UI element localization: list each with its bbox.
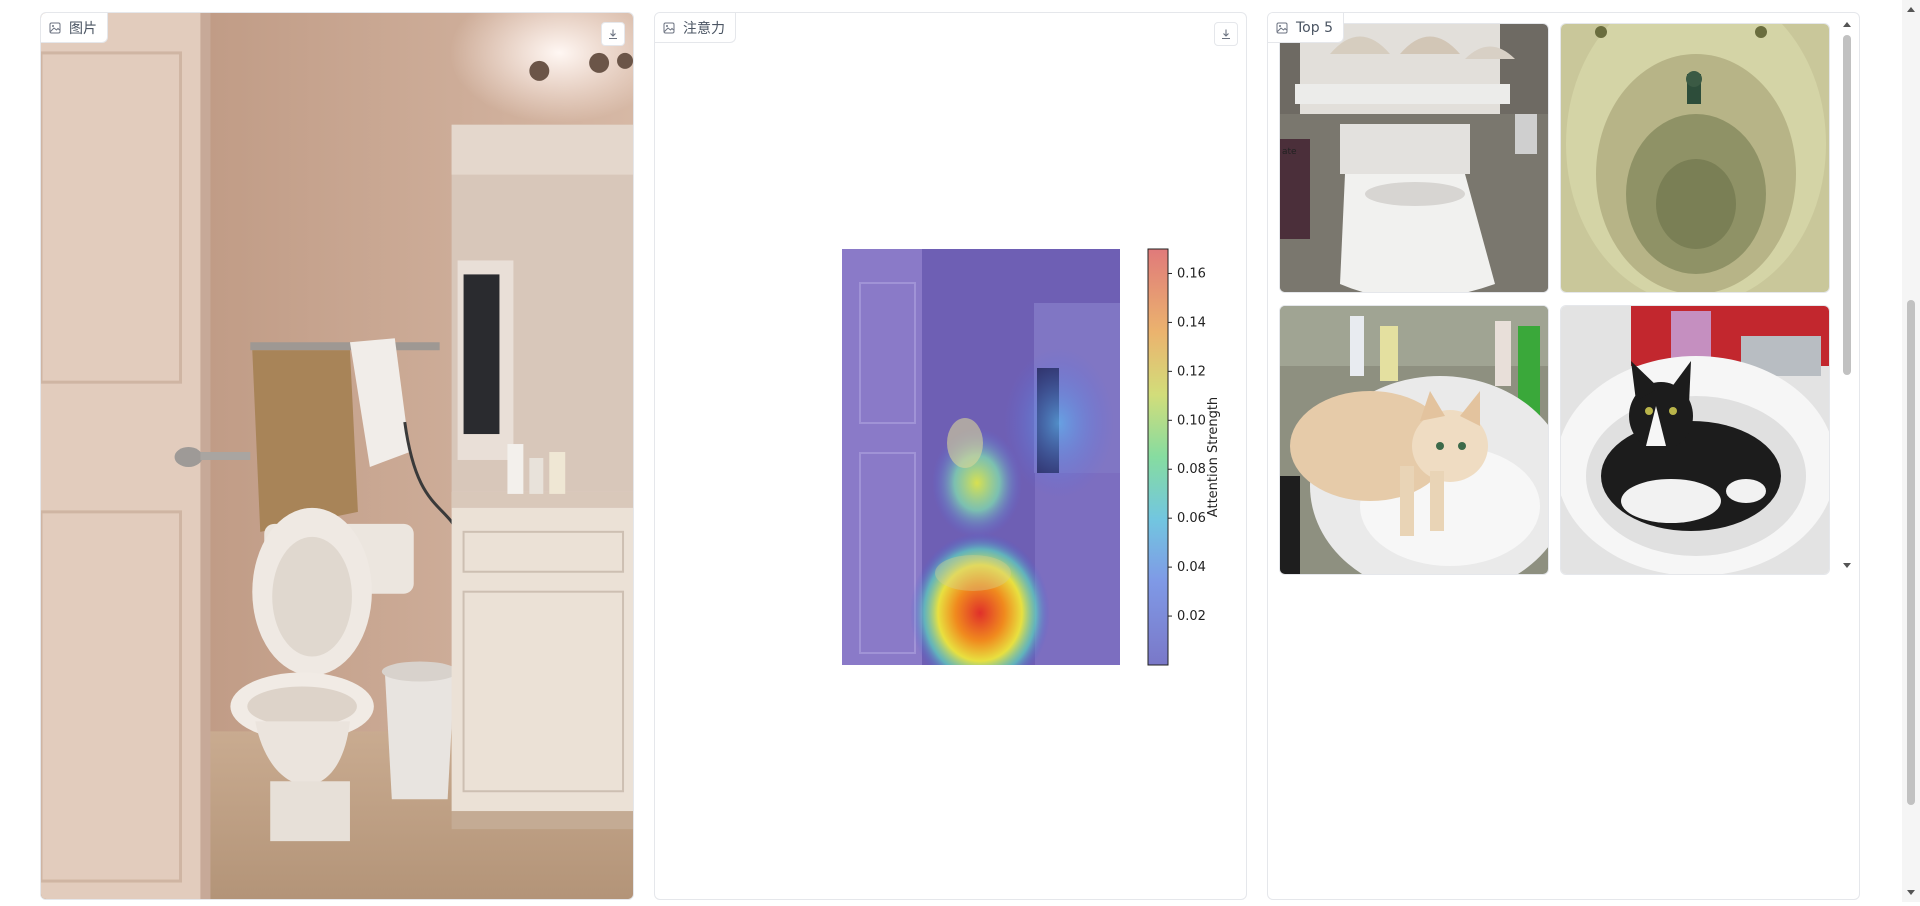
colorbar-label: Attention Strength [1206, 397, 1221, 517]
image-panel-label: 图片 [41, 13, 108, 43]
green-toilet-thumbnail [1561, 24, 1829, 292]
bathroom-photo [41, 13, 633, 899]
toilet-shells-thumbnail: ate [1280, 24, 1548, 292]
gallery-item-2[interactable] [1560, 23, 1830, 293]
colorbar-tick-label: 0.16 [1177, 266, 1206, 281]
gallery-item-4[interactable] [1560, 305, 1830, 575]
colorbar-tick-label: 0.08 [1177, 462, 1206, 477]
top5-panel-label: Top 5 [1268, 13, 1344, 43]
colorbar-tick-label: 0.12 [1177, 364, 1206, 379]
gallery-item-3[interactable] [1279, 305, 1549, 575]
colorbar-tick-label: 0.04 [1177, 560, 1206, 575]
colorbar-tick-label: 0.02 [1177, 609, 1206, 624]
top5-panel-title: Top 5 [1296, 19, 1333, 36]
attention-panel-title: 注意力 [683, 20, 725, 37]
page-scroll-down-icon[interactable] [1907, 890, 1915, 895]
colorbar [1147, 248, 1169, 666]
heatmap-image [842, 249, 1120, 665]
image-icon [49, 22, 61, 33]
scroll-down-icon[interactable] [1843, 563, 1851, 568]
image-icon [663, 22, 675, 33]
download-icon [609, 29, 617, 40]
cream-cat-thumbnail [1280, 306, 1548, 574]
download-button[interactable] [601, 22, 625, 46]
scroll-up-icon[interactable] [1843, 22, 1851, 27]
gallery-scrollbar[interactable] [1836, 13, 1858, 583]
page-scrollbar[interactable] [1902, 0, 1920, 902]
image-panel: 图片 [40, 12, 634, 900]
attention-panel: 注意力 0.02 0.04 0.06 0.08 0.10 0.12 0.14 0… [654, 12, 1247, 900]
colorbar-tick-label: 0.06 [1177, 511, 1206, 526]
image-icon [1276, 22, 1288, 33]
colorbar-tick-label: 0.14 [1177, 315, 1206, 330]
page-scroll-up-icon[interactable] [1907, 7, 1915, 12]
partial-text: ate [1282, 147, 1297, 157]
attention-heatmap-chart: 0.02 0.04 0.06 0.08 0.10 0.12 0.14 0.16 Attenti… [842, 248, 1221, 666]
black-white-cat-thumbnail [1561, 306, 1829, 574]
download-button[interactable] [1214, 22, 1238, 46]
attention-panel-label: 注意力 [655, 13, 736, 43]
image-panel-title: 图片 [69, 20, 97, 37]
top5-panel: Top 5 ate [1267, 12, 1860, 900]
page-scroll-thumb[interactable] [1907, 300, 1915, 805]
colorbar-tick-label: 0.10 [1177, 413, 1206, 428]
download-icon [1222, 29, 1230, 40]
gallery-item-1[interactable]: ate [1279, 23, 1549, 293]
